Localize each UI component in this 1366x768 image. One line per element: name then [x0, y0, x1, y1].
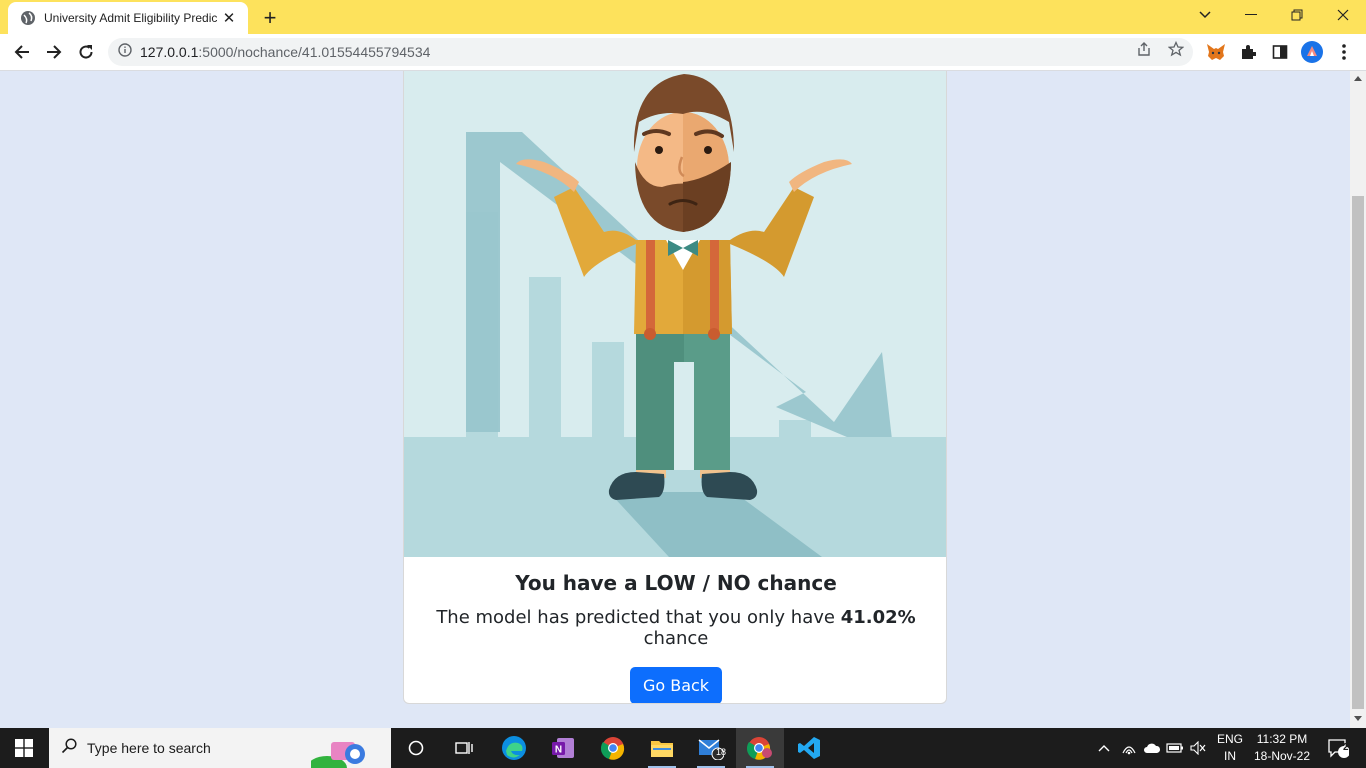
predicted-percentage: 41.02% [840, 607, 916, 628]
metamask-extension-icon[interactable] [1205, 41, 1227, 63]
language-indicator[interactable]: ENG IN [1212, 731, 1248, 765]
tab-title: University Admit Eligibility Predic [44, 11, 218, 25]
close-tab-icon[interactable]: ✕ [220, 9, 238, 27]
vscode-icon[interactable] [785, 728, 833, 768]
browser-tab-strip: University Admit Eligibility Predic ✕ + [0, 0, 1366, 34]
notification-center-icon[interactable]: 2 [1318, 728, 1358, 768]
language-code: ENG [1216, 732, 1243, 746]
windows-taskbar: Type here to search N 18 ENG IN 11:32 PM… [0, 728, 1366, 768]
browser-tab[interactable]: University Admit Eligibility Predic ✕ [8, 2, 248, 34]
scroll-down-arrow-icon[interactable] [1354, 716, 1362, 721]
reload-button[interactable] [72, 38, 100, 66]
file-explorer-icon[interactable] [638, 728, 686, 768]
clock-date: 18-Nov-22 [1253, 749, 1311, 763]
search-placeholder: Type here to search [87, 740, 211, 756]
scroll-up-arrow-icon[interactable] [1354, 76, 1362, 81]
address-bar[interactable]: 127.0.0.1:5000/nochance/41.0155445579453… [108, 38, 1193, 66]
url-text: 127.0.0.1:5000/nochance/41.0155445579453… [140, 44, 431, 60]
sad-man-illustration [404, 71, 946, 557]
chrome-icon[interactable] [589, 728, 637, 768]
taskbar-search-box[interactable]: Type here to search [49, 728, 391, 768]
svg-text:N: N [555, 745, 562, 756]
result-message: The model has predicted that you only ha… [436, 607, 916, 649]
result-heading: You have a LOW / NO chance [515, 571, 837, 595]
mail-badge: 18 [716, 747, 727, 757]
edge-browser-icon[interactable] [490, 728, 538, 768]
result-card-body: You have a LOW / NO chance The model has… [404, 557, 946, 703]
browser-toolbar: 127.0.0.1:5000/nochance/41.0155445579453… [0, 34, 1366, 71]
profile-avatar[interactable] [1301, 41, 1323, 63]
region-code: IN [1224, 749, 1236, 763]
info-icon[interactable] [118, 42, 132, 62]
chrome-active-window-icon[interactable] [736, 728, 784, 768]
globe-icon [20, 10, 36, 26]
search-icon [61, 737, 77, 759]
share-icon[interactable] [1135, 40, 1153, 58]
network-icon[interactable] [1118, 728, 1140, 768]
tab-search-icon[interactable] [1182, 0, 1228, 30]
cloud-sync-icon[interactable] [1141, 728, 1163, 768]
scroll-thumb[interactable] [1352, 196, 1364, 709]
result-card: You have a LOW / NO chance The model has… [403, 71, 947, 704]
page-viewport: You have a LOW / NO chance The model has… [0, 71, 1350, 728]
close-window-button[interactable] [1320, 0, 1366, 30]
menu-kebab-icon[interactable] [1333, 41, 1355, 63]
onenote-icon[interactable]: N [539, 728, 587, 768]
go-back-button[interactable]: Go Back [629, 667, 723, 703]
page-scrollbar[interactable] [1350, 71, 1366, 728]
search-highlight-icon [307, 742, 383, 768]
battery-icon[interactable] [1164, 728, 1186, 768]
cortana-icon[interactable] [392, 728, 440, 768]
mail-icon[interactable]: 18 [687, 728, 735, 768]
show-hidden-icons-chevron-icon[interactable] [1094, 728, 1114, 768]
clock-time: 11:32 PM [1256, 732, 1308, 746]
taskbar-clock[interactable]: 11:32 PM 18-Nov-22 [1250, 731, 1314, 765]
volume-muted-icon[interactable] [1187, 728, 1209, 768]
back-button[interactable] [8, 38, 36, 66]
side-panel-icon[interactable] [1269, 41, 1291, 63]
extensions-puzzle-icon[interactable] [1237, 41, 1259, 63]
new-tab-button[interactable]: + [258, 6, 282, 30]
forward-button[interactable] [40, 38, 68, 66]
minimize-button[interactable] [1228, 0, 1274, 30]
restore-button[interactable] [1274, 0, 1320, 30]
notification-count: 2 [1343, 742, 1349, 753]
bookmark-star-icon[interactable] [1167, 40, 1185, 58]
task-view-icon[interactable] [440, 728, 488, 768]
windows-start-button[interactable] [0, 728, 48, 768]
